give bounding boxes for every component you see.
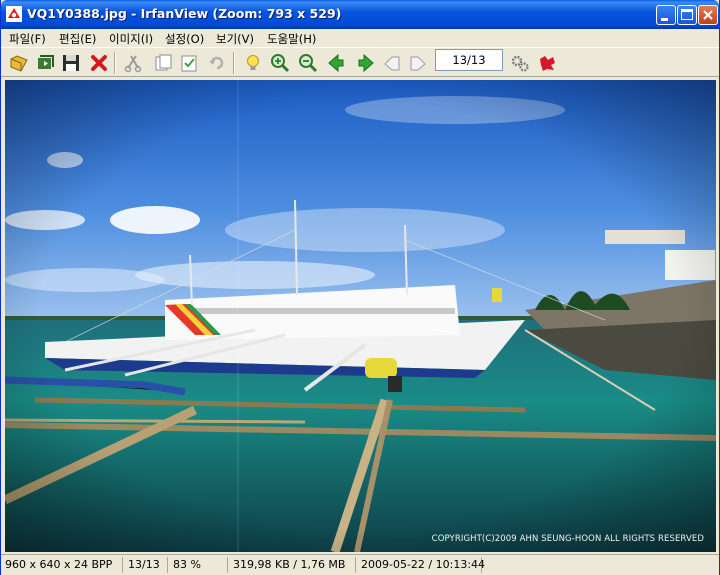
page-next-icon: [410, 56, 426, 71]
toolbar: [1, 47, 719, 77]
maximize-button[interactable]: [677, 5, 697, 25]
gears-icon: [511, 55, 529, 72]
page-prev-icon: [384, 56, 400, 71]
first-page-button[interactable]: [381, 52, 403, 74]
menu-view[interactable]: 보기(V): [216, 31, 254, 47]
cut-button[interactable]: [122, 52, 144, 74]
irfanview-app-icon[interactable]: [6, 6, 22, 22]
status-filesize: 319,98 KB / 1,76 MB: [229, 557, 356, 573]
zoom-out-icon: [299, 54, 318, 73]
status-page: 13/13: [124, 557, 168, 573]
undo-button[interactable]: [206, 52, 228, 74]
menu-options[interactable]: 설정(O): [165, 31, 204, 47]
page-indicator-box: 13/13: [435, 49, 503, 71]
copyright-watermark: COPYRIGHT(C)2009 AHN SEUNG-HOON ALL RIGH…: [431, 534, 704, 544]
delete-button[interactable]: [88, 52, 110, 74]
last-page-button[interactable]: [407, 52, 429, 74]
settings-button[interactable]: [509, 52, 531, 74]
red-paw-icon: [540, 56, 555, 71]
open-folder-icon: [10, 55, 28, 72]
cut-icon: [124, 55, 142, 73]
lightbulb-icon: [247, 55, 259, 70]
irfanview-logo-button[interactable]: [536, 52, 558, 74]
undo-icon: [209, 56, 224, 70]
menu-bar: 파일(F) 편집(E) 이미지(I) 설정(O) 보기(V) 도움말(H): [1, 29, 719, 47]
red-x-icon: [91, 55, 107, 71]
minimize-button[interactable]: [656, 5, 676, 25]
arrow-left-icon: [328, 53, 344, 73]
status-bar: 960 x 640 x 24 BPP 13/13 83 % 319,98 KB …: [1, 554, 719, 575]
zoom-in-button[interactable]: [269, 52, 291, 74]
toolbar-separator: [233, 52, 235, 74]
paste-icon: [181, 55, 197, 72]
zoom-out-button[interactable]: [297, 52, 319, 74]
menu-edit[interactable]: 편집(E): [59, 31, 96, 47]
close-button[interactable]: [698, 5, 718, 25]
status-datetime: 2009-05-22 / 10:13:44: [357, 557, 485, 573]
toolbar-separator: [114, 52, 116, 74]
title-bar[interactable]: VQ1Y0388.jpg - IrfanView (Zoom: 793 x 52…: [1, 0, 719, 29]
slideshow-button[interactable]: [34, 52, 56, 74]
copy-button[interactable]: [152, 52, 174, 74]
zoom-in-icon: [271, 54, 290, 73]
menu-image[interactable]: 이미지(I): [109, 31, 153, 47]
photo-boat-scene: [5, 80, 716, 552]
previous-image-button[interactable]: [325, 52, 347, 74]
close-icon: [703, 10, 713, 20]
window-title: VQ1Y0388.jpg - IrfanView (Zoom: 793 x 52…: [27, 6, 342, 21]
status-zoom: 83 %: [169, 557, 228, 573]
image-view[interactable]: COPYRIGHT(C)2009 AHN SEUNG-HOON ALL RIGH…: [5, 80, 716, 552]
properties-button[interactable]: [242, 52, 264, 74]
open-folder-button[interactable]: [8, 52, 30, 74]
app-window: VQ1Y0388.jpg - IrfanView (Zoom: 793 x 52…: [0, 0, 720, 575]
menu-help[interactable]: 도움말(H): [267, 31, 316, 47]
arrow-right-icon: [358, 53, 374, 73]
save-button[interactable]: [60, 52, 82, 74]
status-dimensions: 960 x 640 x 24 BPP: [1, 557, 123, 573]
menu-file[interactable]: 파일(F): [9, 31, 46, 47]
maximize-icon: [681, 9, 693, 20]
paste-button[interactable]: [178, 52, 200, 74]
next-image-button[interactable]: [355, 52, 377, 74]
minimize-icon: [661, 18, 668, 21]
slideshow-icon: [38, 55, 54, 69]
copy-icon: [155, 54, 172, 71]
floppy-disk-icon: [63, 55, 79, 71]
